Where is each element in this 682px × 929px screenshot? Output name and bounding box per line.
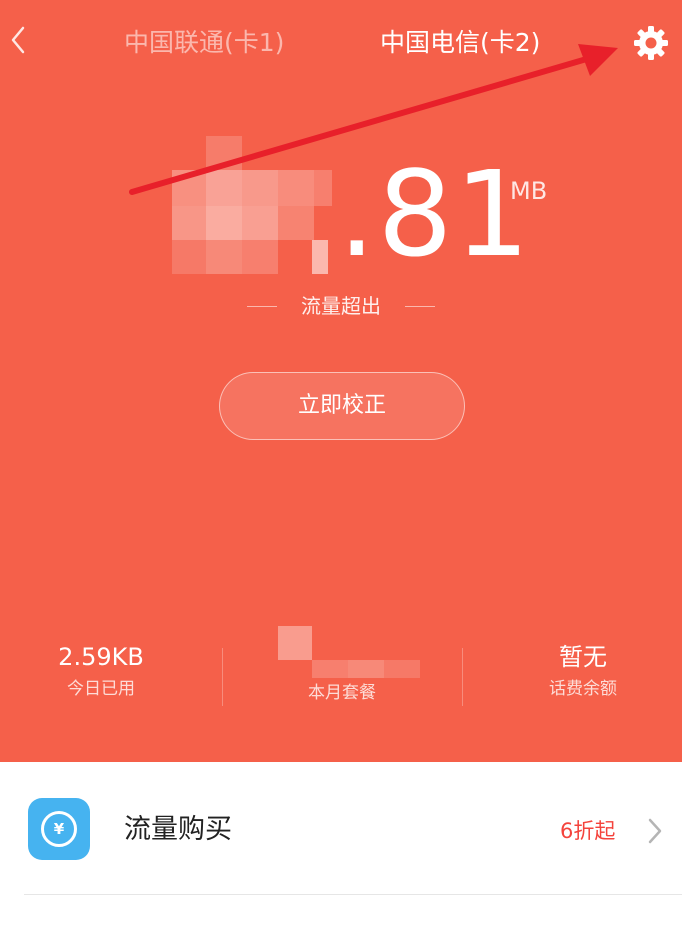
stats-divider [222,648,223,706]
status-left-line [247,305,277,307]
stat-today-used: 2.59KB 今日已用 [20,642,182,702]
stat-label: 今日已用 [67,679,135,699]
stats-divider [462,648,463,706]
usage-value: .81 [338,145,532,283]
back-chevron-icon[interactable] [6,22,32,58]
stat-label: 本月套餐 [308,683,376,703]
yuan-symbol: ¥ [41,811,77,847]
redacted-usage-digits [172,136,332,274]
traffic-hero-panel: 中国联通(卡1) 中国电信(卡2) .81 MB 流量超出 立即校正 2.59K… [0,0,682,762]
traffic-purchase-row[interactable]: ¥ 流量购买 6折起 [0,762,682,894]
tab-sim-1[interactable]: 中国联通(卡1) [124,26,284,60]
yuan-coin-icon: ¥ [28,798,90,860]
status-text: 流量超出 [301,294,381,318]
stat-value: 2.59KB [58,643,144,671]
chevron-right-icon [648,818,662,844]
tab-sim-2[interactable]: 中国电信(卡2) [380,26,540,60]
usage-status: 流量超出 [0,292,682,320]
purchase-label: 流量购买 [124,814,232,845]
stat-value: 暂无 [559,643,607,671]
redacted-plan-value [278,626,420,678]
gear-icon[interactable] [632,24,670,62]
discount-badge: 6折起 [560,819,616,843]
stat-balance[interactable]: 暂无 话费余额 [502,642,664,702]
status-right-line [405,305,435,307]
calibrate-now-button[interactable]: 立即校正 [219,372,465,440]
row-divider [24,894,682,895]
usage-unit: MB [510,177,548,205]
stat-label: 话费余额 [549,679,617,699]
